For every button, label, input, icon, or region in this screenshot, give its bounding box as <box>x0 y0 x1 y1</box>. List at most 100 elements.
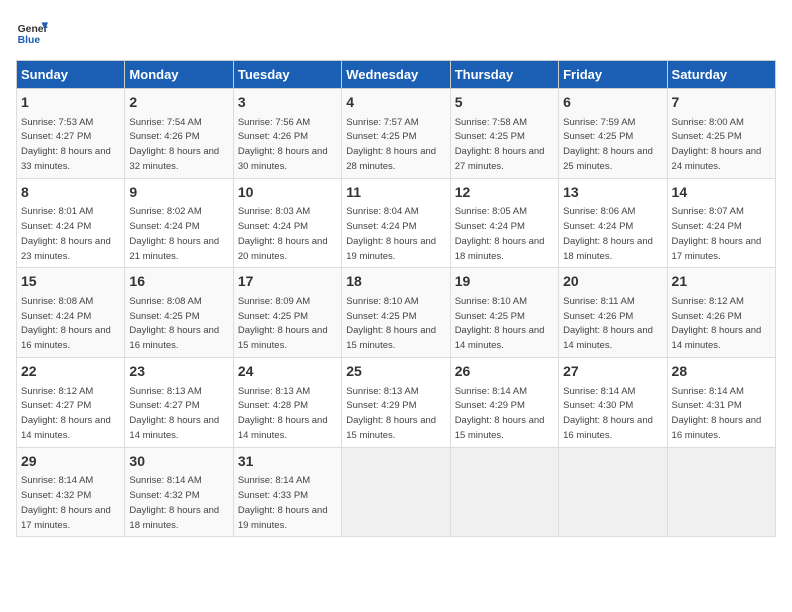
day-number: 23 <box>129 362 228 382</box>
day-number: 26 <box>455 362 554 382</box>
day-info: Sunrise: 8:14 AMSunset: 4:33 PMDaylight:… <box>238 475 328 530</box>
day-info: Sunrise: 8:08 AMSunset: 4:25 PMDaylight:… <box>129 296 219 351</box>
calendar-cell: 2 Sunrise: 7:54 AMSunset: 4:26 PMDaylight… <box>125 89 233 179</box>
col-header-wednesday: Wednesday <box>342 61 450 89</box>
day-number: 10 <box>238 183 337 203</box>
calendar-cell: 10 Sunrise: 8:03 AMSunset: 4:24 PMDayligh… <box>233 178 341 268</box>
day-info: Sunrise: 8:13 AMSunset: 4:28 PMDaylight:… <box>238 386 328 441</box>
calendar-cell: 12Sunrise: 8:05 AMSunset: 4:24 PMDayligh… <box>450 178 558 268</box>
calendar-cell <box>342 447 450 537</box>
calendar-cell: 8 Sunrise: 8:01 AMSunset: 4:24 PMDaylight… <box>17 178 125 268</box>
day-info: Sunrise: 8:03 AMSunset: 4:24 PMDaylight:… <box>238 206 328 261</box>
page-header: General Blue <box>16 16 776 48</box>
calendar-cell: 25 Sunrise: 8:13 AMSunset: 4:29 PMDayligh… <box>342 357 450 447</box>
day-info: Sunrise: 7:57 AMSunset: 4:25 PMDaylight:… <box>346 117 436 172</box>
calendar-cell: 30Sunrise: 8:14 AMSunset: 4:32 PMDayligh… <box>125 447 233 537</box>
calendar-cell: 3 Sunrise: 7:56 AMSunset: 4:26 PMDaylight… <box>233 89 341 179</box>
col-header-thursday: Thursday <box>450 61 558 89</box>
calendar-cell: 18Sunrise: 8:10 AMSunset: 4:25 PMDayligh… <box>342 268 450 358</box>
calendar-cell: 1Sunrise: 7:53 AMSunset: 4:27 PMDaylight… <box>17 89 125 179</box>
calendar-cell: 20Sunrise: 8:11 AMSunset: 4:26 PMDayligh… <box>559 268 667 358</box>
calendar-header: SundayMondayTuesdayWednesdayThursdayFrid… <box>17 61 776 89</box>
calendar-cell: 29 Sunrise: 8:14 AMSunset: 4:32 PMDayligh… <box>17 447 125 537</box>
col-header-monday: Monday <box>125 61 233 89</box>
calendar-week-5: 29 Sunrise: 8:14 AMSunset: 4:32 PMDayligh… <box>17 447 776 537</box>
day-number: 24 <box>238 362 337 382</box>
calendar-cell: 26 Sunrise: 8:14 AMSunset: 4:29 PMDayligh… <box>450 357 558 447</box>
day-number: 19 <box>455 272 554 292</box>
day-info: Sunrise: 7:56 AMSunset: 4:26 PMDaylight:… <box>238 117 328 172</box>
day-number: 9 <box>129 183 228 203</box>
day-info: Sunrise: 8:04 AMSunset: 4:24 PMDaylight:… <box>346 206 436 261</box>
col-header-sunday: Sunday <box>17 61 125 89</box>
day-number: 6 <box>563 93 662 113</box>
day-info: Sunrise: 8:09 AMSunset: 4:25 PMDaylight:… <box>238 296 328 351</box>
calendar-cell: 22 Sunrise: 8:12 AMSunset: 4:27 PMDayligh… <box>17 357 125 447</box>
calendar-cell: 6Sunrise: 7:59 AMSunset: 4:25 PMDaylight… <box>559 89 667 179</box>
day-info: Sunrise: 8:01 AMSunset: 4:24 PMDaylight:… <box>21 206 111 261</box>
day-info: Sunrise: 7:54 AMSunset: 4:26 PMDaylight:… <box>129 117 219 172</box>
day-info: Sunrise: 8:12 AMSunset: 4:27 PMDaylight:… <box>21 386 111 441</box>
calendar-cell: 23 Sunrise: 8:13 AMSunset: 4:27 PMDayligh… <box>125 357 233 447</box>
day-info: Sunrise: 8:14 AMSunset: 4:31 PMDaylight:… <box>672 386 762 441</box>
day-number: 29 <box>21 452 120 472</box>
calendar-cell: 13 Sunrise: 8:06 AMSunset: 4:24 PMDayligh… <box>559 178 667 268</box>
calendar-cell: 15 Sunrise: 8:08 AMSunset: 4:24 PMDayligh… <box>17 268 125 358</box>
day-info: Sunrise: 8:08 AMSunset: 4:24 PMDaylight:… <box>21 296 111 351</box>
day-number: 11 <box>346 183 445 203</box>
day-number: 14 <box>672 183 771 203</box>
calendar-cell: 31 Sunrise: 8:14 AMSunset: 4:33 PMDayligh… <box>233 447 341 537</box>
day-info: Sunrise: 8:06 AMSunset: 4:24 PMDaylight:… <box>563 206 653 261</box>
day-info: Sunrise: 8:10 AMSunset: 4:25 PMDaylight:… <box>455 296 545 351</box>
calendar-week-4: 22 Sunrise: 8:12 AMSunset: 4:27 PMDayligh… <box>17 357 776 447</box>
day-number: 15 <box>21 272 120 292</box>
calendar-cell: 27 Sunrise: 8:14 AMSunset: 4:30 PMDayligh… <box>559 357 667 447</box>
day-number: 27 <box>563 362 662 382</box>
calendar-cell: 24 Sunrise: 8:13 AMSunset: 4:28 PMDayligh… <box>233 357 341 447</box>
logo-icon: General Blue <box>16 16 48 48</box>
day-info: Sunrise: 7:58 AMSunset: 4:25 PMDaylight:… <box>455 117 545 172</box>
calendar-week-2: 8 Sunrise: 8:01 AMSunset: 4:24 PMDaylight… <box>17 178 776 268</box>
col-header-tuesday: Tuesday <box>233 61 341 89</box>
calendar-cell <box>450 447 558 537</box>
calendar-cell <box>559 447 667 537</box>
day-number: 31 <box>238 452 337 472</box>
day-number: 28 <box>672 362 771 382</box>
day-info: Sunrise: 8:13 AMSunset: 4:29 PMDaylight:… <box>346 386 436 441</box>
day-number: 17 <box>238 272 337 292</box>
col-header-saturday: Saturday <box>667 61 775 89</box>
day-number: 1 <box>21 93 120 113</box>
calendar-cell: 7Sunrise: 8:00 AMSunset: 4:25 PMDaylight… <box>667 89 775 179</box>
day-info: Sunrise: 8:14 AMSunset: 4:29 PMDaylight:… <box>455 386 545 441</box>
calendar-cell: 5 Sunrise: 7:58 AMSunset: 4:25 PMDaylight… <box>450 89 558 179</box>
day-number: 5 <box>455 93 554 113</box>
calendar-cell: 14 Sunrise: 8:07 AMSunset: 4:24 PMDayligh… <box>667 178 775 268</box>
day-info: Sunrise: 8:14 AMSunset: 4:32 PMDaylight:… <box>129 475 219 530</box>
day-number: 3 <box>238 93 337 113</box>
day-info: Sunrise: 8:11 AMSunset: 4:26 PMDaylight:… <box>563 296 653 351</box>
day-number: 25 <box>346 362 445 382</box>
day-number: 13 <box>563 183 662 203</box>
day-number: 21 <box>672 272 771 292</box>
header-row: SundayMondayTuesdayWednesdayThursdayFrid… <box>17 61 776 89</box>
calendar-cell: 9 Sunrise: 8:02 AMSunset: 4:24 PMDaylight… <box>125 178 233 268</box>
day-number: 16 <box>129 272 228 292</box>
day-number: 18 <box>346 272 445 292</box>
day-number: 8 <box>21 183 120 203</box>
day-number: 4 <box>346 93 445 113</box>
calendar-cell <box>667 447 775 537</box>
calendar-week-3: 15 Sunrise: 8:08 AMSunset: 4:24 PMDayligh… <box>17 268 776 358</box>
calendar-cell: 16 Sunrise: 8:08 AMSunset: 4:25 PMDayligh… <box>125 268 233 358</box>
calendar-cell: 19 Sunrise: 8:10 AMSunset: 4:25 PMDayligh… <box>450 268 558 358</box>
day-info: Sunrise: 8:14 AMSunset: 4:32 PMDaylight:… <box>21 475 111 530</box>
day-info: Sunrise: 8:00 AMSunset: 4:25 PMDaylight:… <box>672 117 762 172</box>
day-info: Sunrise: 8:12 AMSunset: 4:26 PMDaylight:… <box>672 296 762 351</box>
day-info: Sunrise: 8:14 AMSunset: 4:30 PMDaylight:… <box>563 386 653 441</box>
day-info: Sunrise: 8:07 AMSunset: 4:24 PMDaylight:… <box>672 206 762 261</box>
day-number: 22 <box>21 362 120 382</box>
calendar-cell: 21 Sunrise: 8:12 AMSunset: 4:26 PMDayligh… <box>667 268 775 358</box>
day-info: Sunrise: 8:02 AMSunset: 4:24 PMDaylight:… <box>129 206 219 261</box>
day-number: 2 <box>129 93 228 113</box>
calendar-table: SundayMondayTuesdayWednesdayThursdayFrid… <box>16 60 776 537</box>
day-info: Sunrise: 8:13 AMSunset: 4:27 PMDaylight:… <box>129 386 219 441</box>
